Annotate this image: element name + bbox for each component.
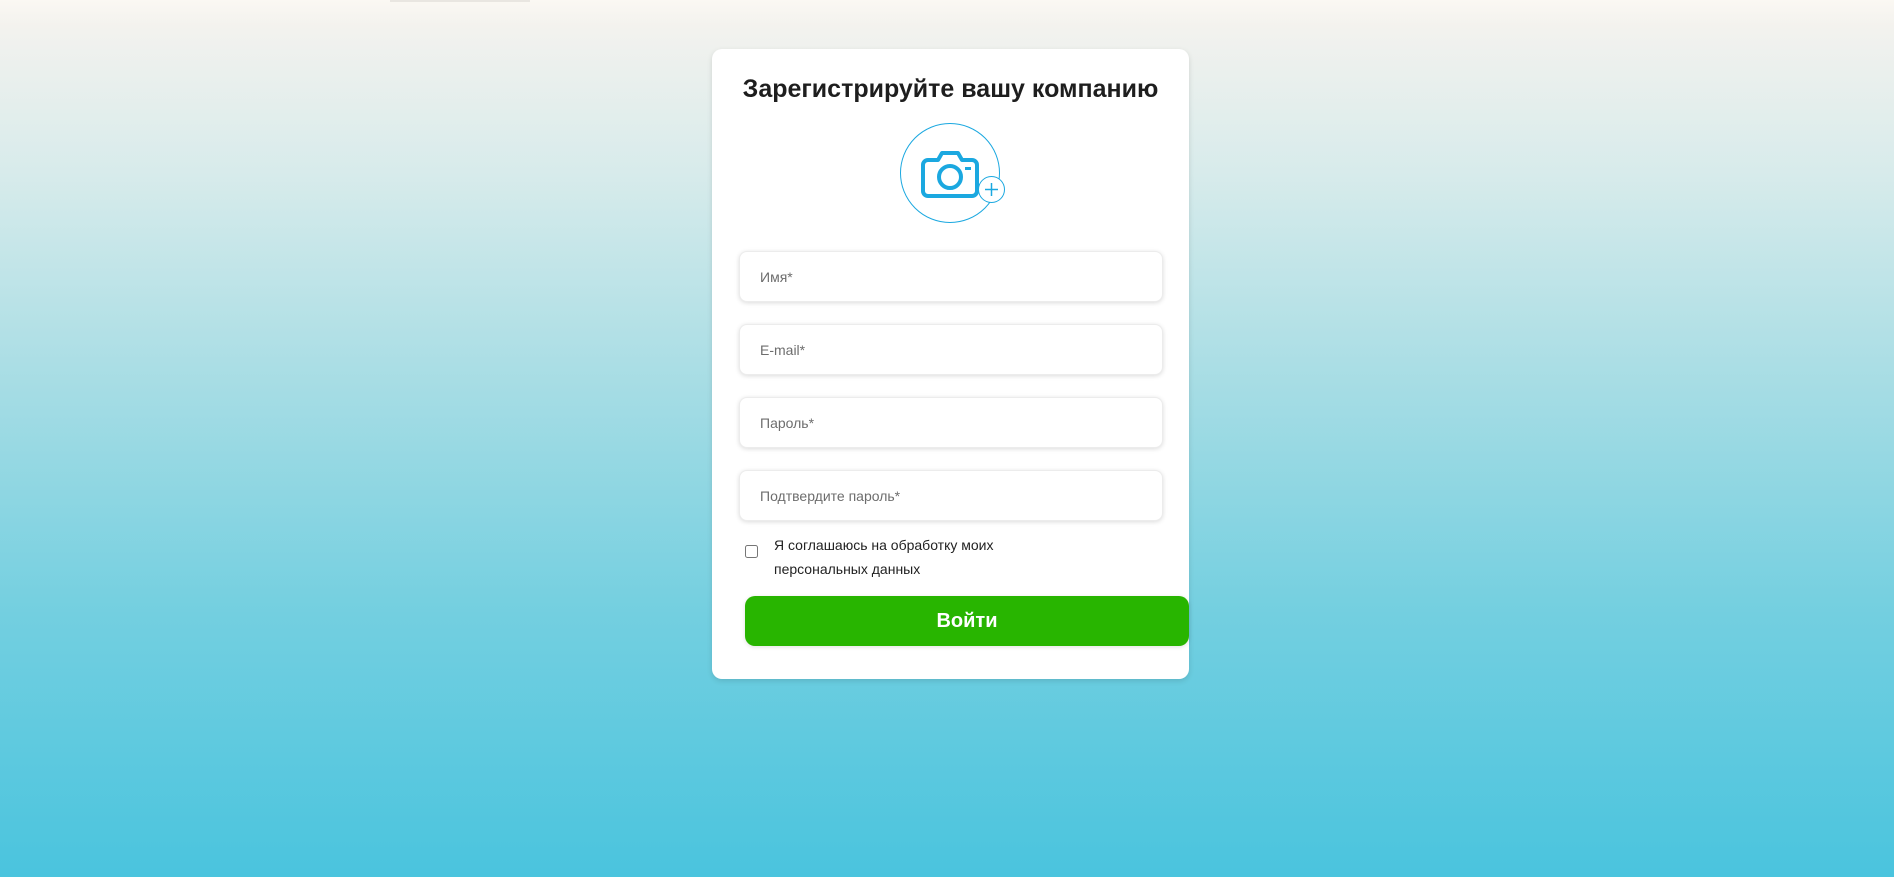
confirm-password-field (739, 470, 1163, 521)
consent-checkbox[interactable] (745, 545, 758, 558)
page-title: Зарегистрируйте вашу компанию (742, 75, 1159, 103)
password-field (739, 397, 1163, 448)
avatar-upload-button[interactable] (900, 123, 1000, 223)
plus-icon (985, 183, 998, 196)
name-field (739, 251, 1163, 302)
confirm-password-input[interactable] (740, 471, 1162, 520)
consent-label: Я соглашаюсь на обработку моих персональ… (774, 537, 994, 577)
top-strip (390, 0, 530, 2)
consent-row: Я соглашаюсь на обработку моих персональ… (745, 533, 1045, 583)
password-input[interactable] (740, 398, 1162, 447)
add-photo-badge[interactable] (978, 176, 1005, 203)
email-input[interactable] (740, 325, 1162, 374)
login-button[interactable]: Войти (745, 596, 1189, 646)
camera-icon (921, 151, 979, 198)
registration-card: Зарегистрируйте вашу компанию Я соглашаю… (712, 49, 1189, 679)
name-input[interactable] (740, 252, 1162, 301)
email-field (739, 324, 1163, 375)
